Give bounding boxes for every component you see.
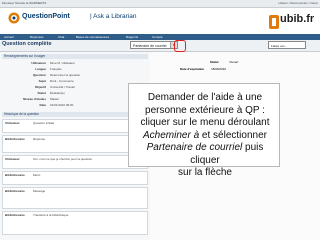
route-to-value: Partenaire de courriel [133,44,167,48]
window-title: Monsieur Nicolas G-WARMERTZ [2,1,47,5]
detail-value: Français [50,67,62,71]
action-select-value: Faites vos... [271,44,288,48]
instruction-text: Demander de l'aide à une personne extéri… [133,92,277,180]
instruction-line: Acheminer à et sélectionner [133,130,277,143]
detail-value: Mme M. Utilisateur [50,61,76,65]
message-text: Message [33,189,46,193]
instruction-line: Demander de l'aide à une [147,92,263,103]
instruction-rest: et sélectionner [199,129,267,141]
message-author: Bibliothécaire [5,137,25,141]
route-to-select[interactable]: Partenaire de courriel ▼ [130,41,178,49]
detail-key: Sujet [38,79,46,83]
detail-key: Niveau d'études [23,97,46,101]
status-value: 15/06/2010 [211,67,227,71]
detail-value: 01/01/2010 09:00 [50,103,74,107]
history-message: Utilisateur Oui, c'est ce que je cherche… [2,155,148,169]
instruction-line: Partenaire de courriel puis cliquer [133,142,277,167]
section-user: Renseignements sur l'usager [2,54,148,59]
detail-value: Master [50,97,60,101]
instruction-line: cliquer sur le menu déroulant [140,117,270,128]
instruction-emphasis: Acheminer à [143,129,200,141]
status-key: Date d'expiration [180,67,205,71]
brand-name: QuestionPoint [22,13,70,20]
history-message: Bibliothécaire Transféré à la bibliothèq… [2,211,148,235]
detail-key: Objectif [34,85,46,89]
detail-key: Date [39,103,46,107]
status-key: Statut [210,60,219,64]
detail-key: Langue [35,67,46,71]
history-message: Utilisateur Question initiale [2,119,148,133]
window-links[interactable]: Libérer / Déconnexion / Gérer [278,0,318,7]
detail-value: Université / Travail [50,85,75,89]
detail-key: Utilisateur [31,61,46,65]
instruction-callout: Demander de l'aide à une personne extéri… [128,83,280,178]
detail-value: Déterminer la question [50,73,81,77]
detail-key: Question [32,73,46,77]
message-author: Bibliothécaire [5,189,25,193]
action-select[interactable]: Faites vos... [268,41,306,49]
message-text: Question initiale [33,121,55,125]
arrow-button-highlight[interactable] [174,40,186,52]
page-title: Question complète [2,41,52,47]
instruction-line: personne extérieure à QP : [145,104,265,116]
instruction-line: sur la flèche [178,167,232,178]
section-history: Historique de la question [2,112,148,117]
history-message: Bibliothécaire Message [2,187,148,209]
brand-subtitle: | Ask a Librarian [90,13,137,20]
ubib-logo: ubib.fr [268,11,316,33]
message-text: Merci [33,173,41,177]
question-toolbar: Question complète Partenaire de courriel… [0,40,320,52]
message-author: Bibliothécaire [5,173,25,177]
message-text: Réponse [33,137,46,141]
questionpoint-logo-icon [8,12,20,24]
partner-name: ubib.fr [280,13,315,25]
status-value: Ouvert [229,60,239,64]
ubib-mark-icon [269,15,279,29]
message-author: Bibliothécaire [5,213,25,217]
detail-key: Statut [37,91,47,95]
message-text: Transféré à la bibliothèque [33,213,69,217]
message-text: Oui, c'est ce que je cherche pour la que… [33,157,93,161]
message-author: Utilisateur [5,157,20,161]
message-author: Utilisateur [5,121,20,125]
window-bar: Monsieur Nicolas G-WARMERTZ Libérer / Dé… [0,0,320,8]
instruction-emphasis: Partenaire de courriel [146,142,243,153]
history-message: Bibliothécaire Réponse [2,135,148,153]
detail-value: Droit - Commerce [50,79,74,83]
status-row: Statut Ouvert [210,60,238,64]
detail-value: Étudiant(e) [50,91,65,95]
status-row: Date d'expiration 15/06/2010 [180,67,226,71]
history-message: Bibliothécaire Merci [2,171,148,185]
